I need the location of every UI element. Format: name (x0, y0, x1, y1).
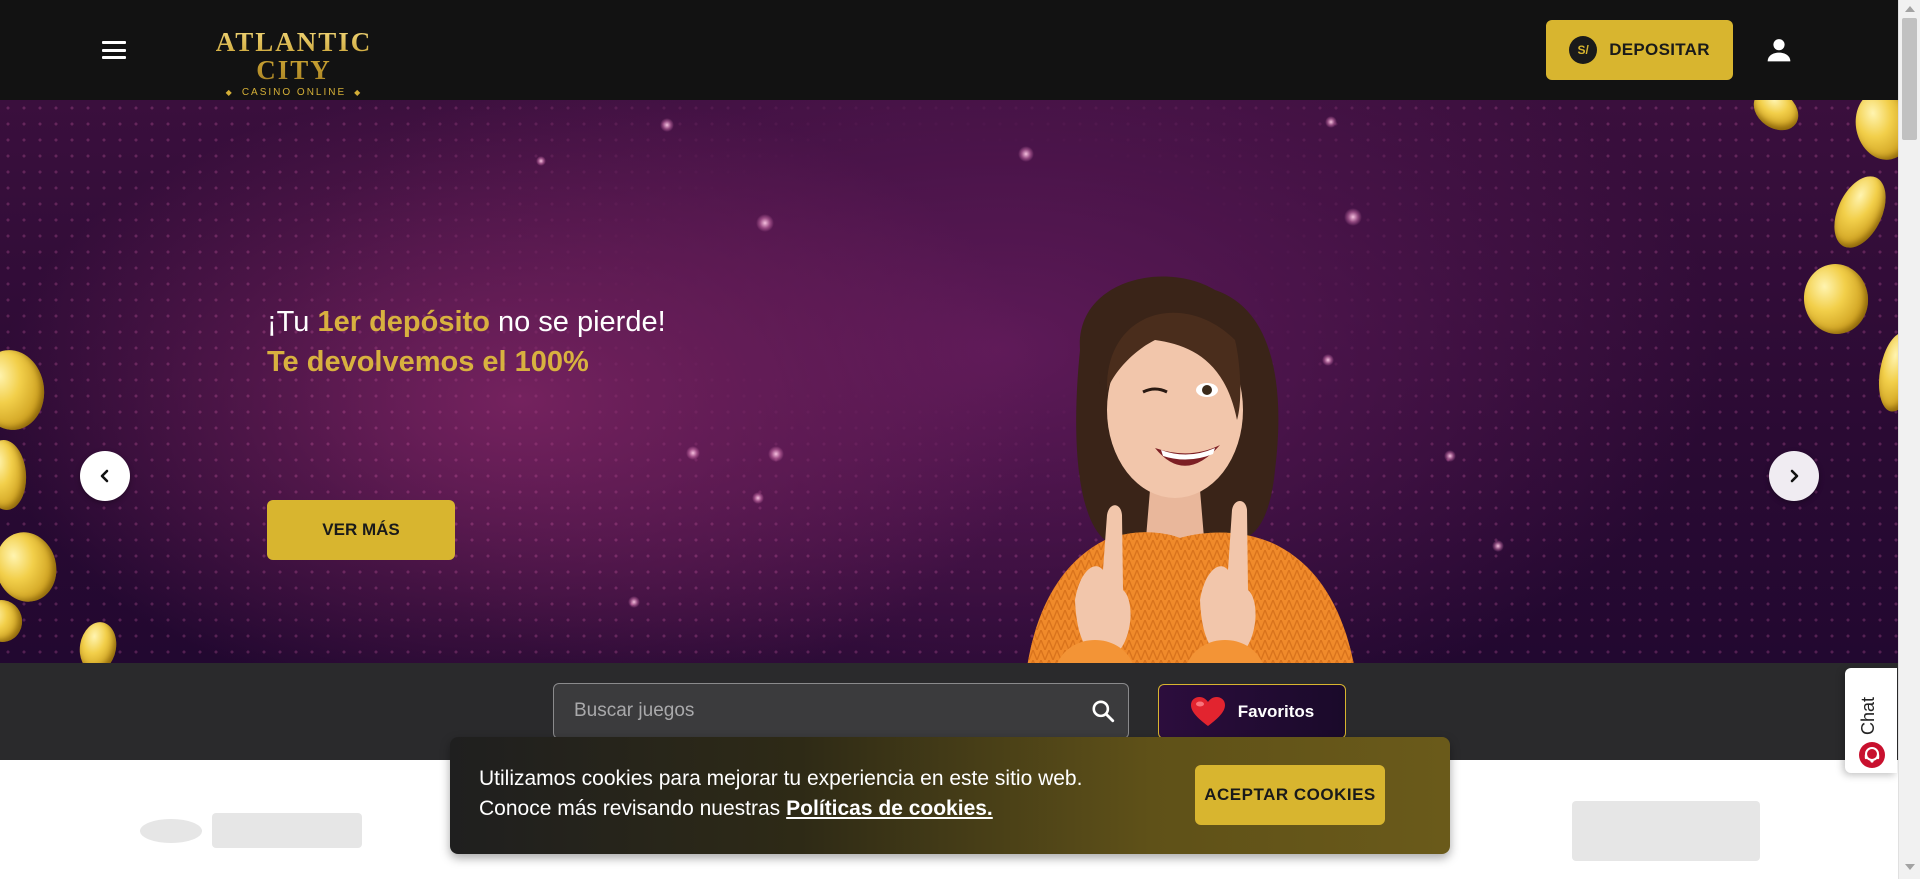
logo-title: ATLANTIC CITY (180, 28, 408, 84)
accept-cookies-button[interactable]: ACEPTAR COOKIES (1195, 765, 1385, 825)
promo-line-1-highlight: 1er depósito (317, 306, 490, 338)
sparkle-decoration (536, 156, 546, 166)
sparkle-decoration (686, 446, 700, 460)
promo-line-1: ¡Tu 1er depósito no se pierde! (267, 302, 666, 342)
scrollbar-thumb[interactable] (1902, 18, 1917, 140)
deposit-button[interactable]: S/ DEPOSITAR (1546, 20, 1733, 80)
carousel-prev-button[interactable] (80, 451, 130, 501)
cookie-message: Utilizamos cookies para mejorar tu exper… (479, 764, 1082, 824)
cookie-banner: Utilizamos cookies para mejorar tu exper… (450, 737, 1450, 854)
sparkle-decoration (1325, 116, 1337, 128)
logo-subtitle: ◆ CASINO ONLINE ◆ (180, 87, 408, 98)
site-logo[interactable]: ATLANTIC CITY ◆ CASINO ONLINE ◆ (180, 28, 408, 98)
ver-mas-button[interactable]: VER MÁS (267, 500, 455, 560)
sparkle-decoration (1444, 450, 1456, 462)
sparkle-decoration (756, 214, 774, 232)
scroll-up-arrow-icon[interactable] (1905, 6, 1915, 12)
promo-line-1-suffix: no se pierde! (489, 306, 666, 338)
carousel-next-button[interactable] (1769, 451, 1819, 501)
chat-label: Chat (1858, 696, 1878, 735)
chat-support-icon (1859, 742, 1885, 768)
promo-woman-image (1027, 276, 1354, 663)
sparkle-decoration (752, 492, 764, 504)
search-input[interactable] (574, 684, 1054, 738)
search-box (553, 683, 1129, 739)
cookie-line-1: Utilizamos cookies para mejorar tu exper… (479, 767, 1083, 790)
favorites-label: Favoritos (1237, 701, 1315, 721)
chat-widget-tab[interactable]: Chat (1845, 668, 1897, 773)
deposit-label: DEPOSITAR (1609, 40, 1710, 59)
page-scrollbar[interactable] (1898, 0, 1920, 879)
sparkle-decoration (660, 118, 674, 132)
top-header: ATLANTIC CITY ◆ CASINO ONLINE ◆ S/ DEPOS… (0, 0, 1898, 100)
promo-line-2: Te devolvemos el 100% (267, 346, 589, 378)
user-account-icon[interactable] (1763, 34, 1795, 66)
currency-soles-icon: S/ (1569, 36, 1598, 64)
loading-placeholder (1572, 801, 1760, 861)
heart-icon (1190, 696, 1225, 726)
chevron-left-icon (100, 469, 109, 483)
sparkle-decoration (628, 596, 640, 608)
logo-subtitle-text: CASINO ONLINE (241, 87, 347, 98)
chevron-right-icon (1790, 469, 1799, 483)
favorites-button[interactable]: Favoritos (1158, 684, 1346, 739)
sparkle-decoration (1492, 540, 1504, 552)
promo-line-1-prefix: ¡Tu (267, 306, 318, 338)
hamburger-menu-icon[interactable] (100, 38, 128, 62)
sparkle-decoration (768, 446, 784, 462)
scroll-down-arrow-icon[interactable] (1905, 864, 1915, 870)
cookie-line-2-text: Conoce más revisando nuestras (479, 797, 781, 820)
sparkle-decoration (1018, 146, 1034, 162)
loading-placeholder (212, 813, 362, 848)
cookie-policy-link[interactable]: Políticas de cookies. (786, 797, 993, 820)
diamond-right-icon: ◆ (354, 88, 363, 97)
search-icon[interactable] (1090, 698, 1116, 724)
diamond-left-icon: ◆ (225, 88, 234, 97)
cookie-line-2: Conoce más revisando nuestras Políticas d… (479, 794, 1082, 824)
promo-headline: ¡Tu 1er depósito no se pierde! Te devolv… (267, 302, 666, 382)
hero-carousel: ¡Tu 1er depósito no se pierde! Te devolv… (0, 100, 1898, 663)
loading-placeholder (140, 819, 202, 843)
sparkle-decoration (1344, 208, 1362, 226)
